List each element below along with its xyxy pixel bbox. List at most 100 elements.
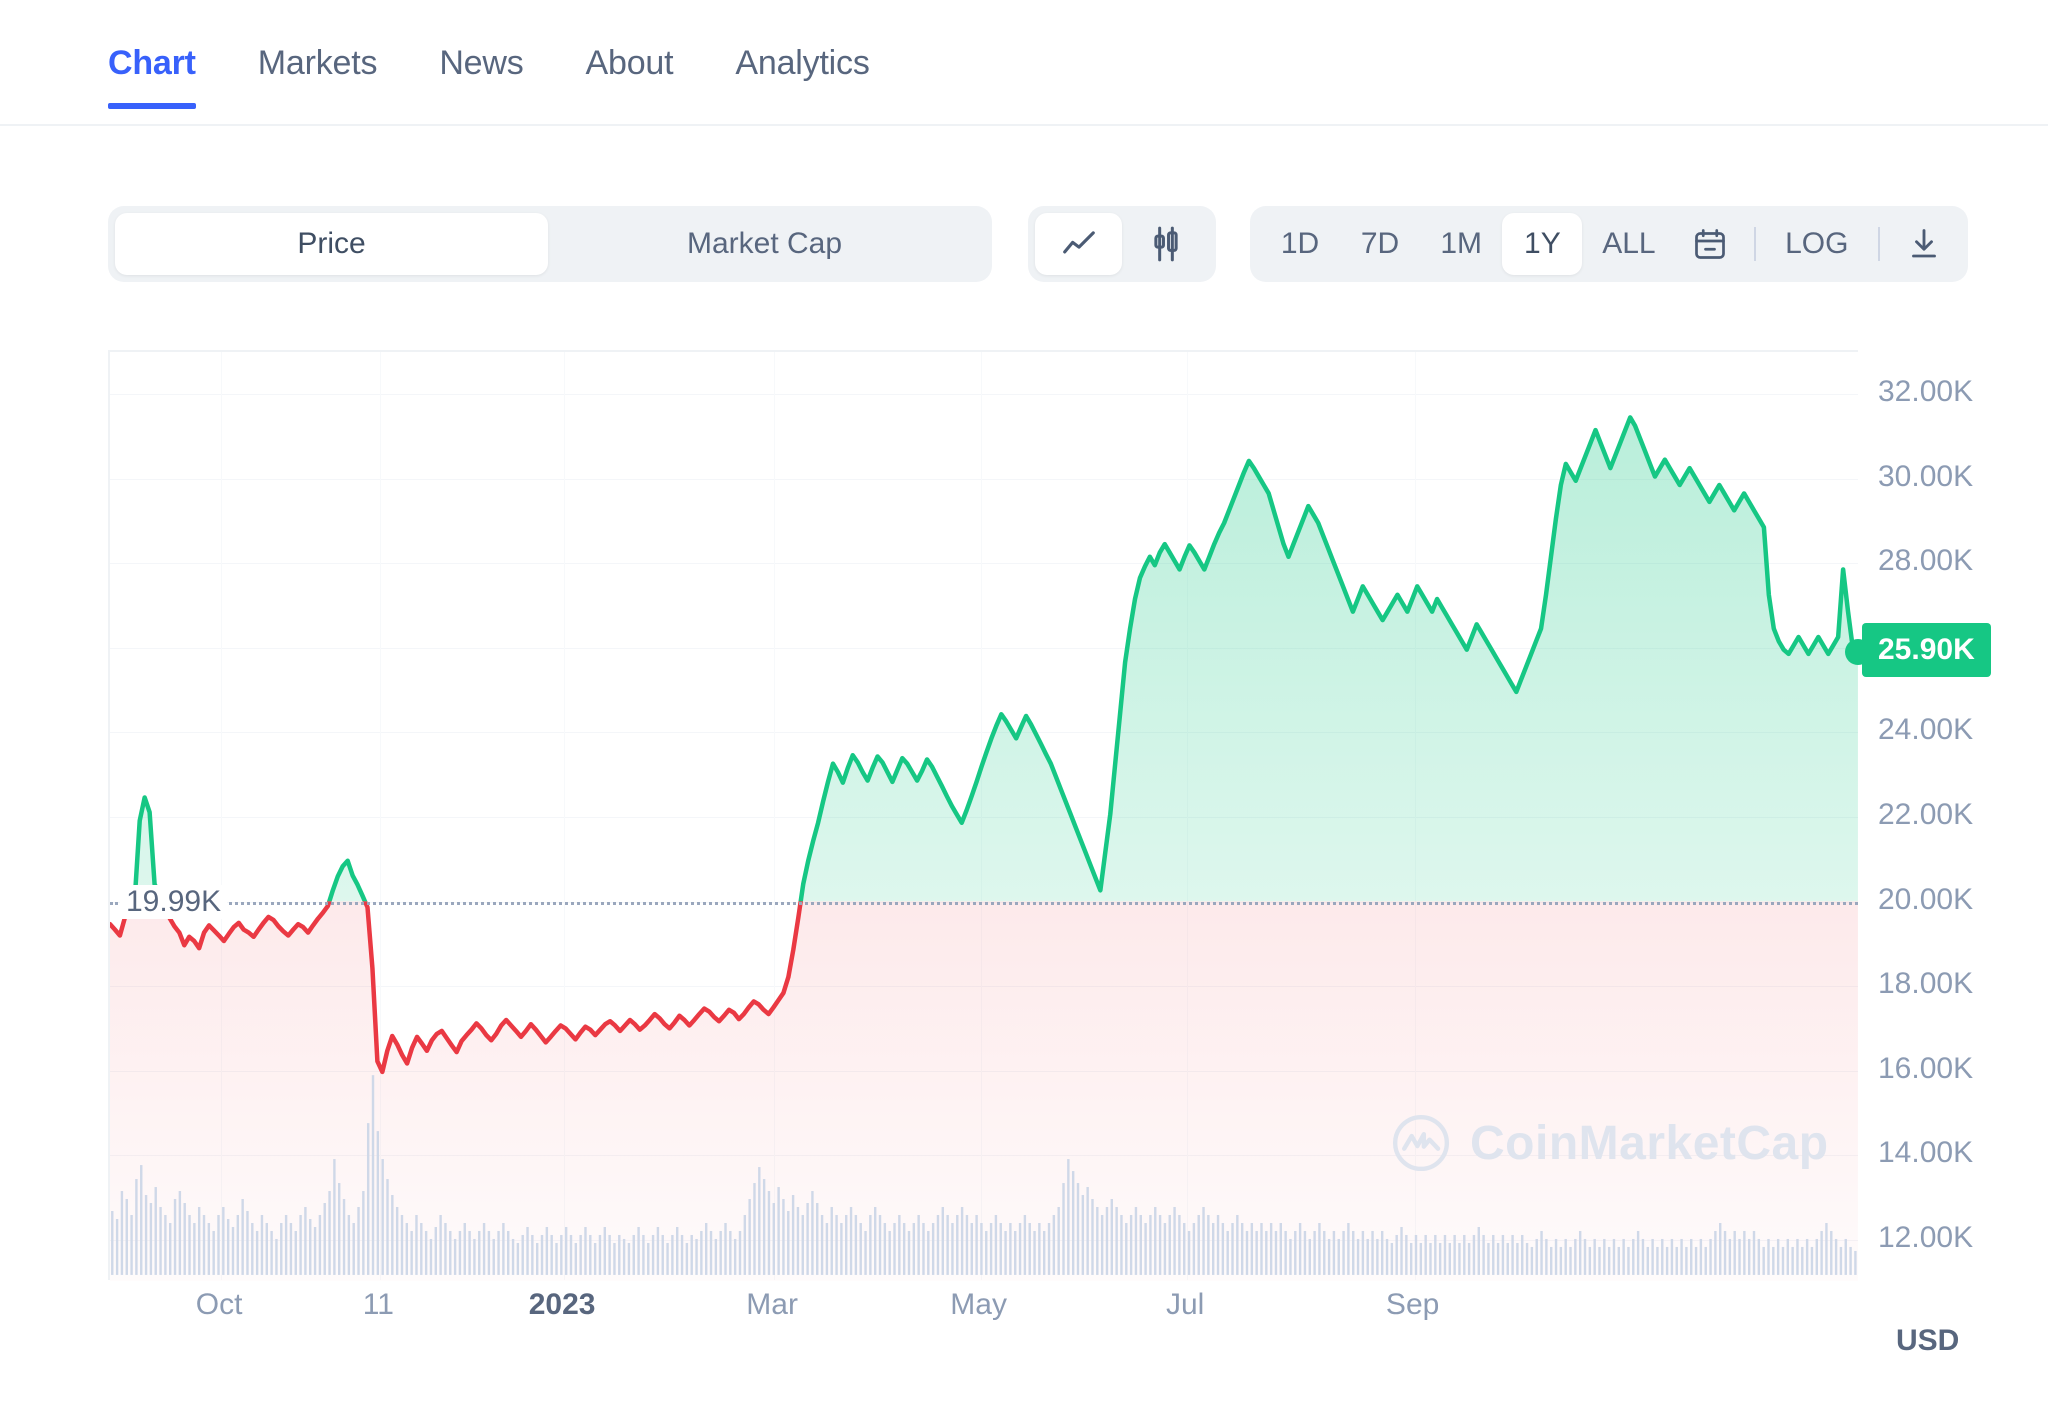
volume-bar xyxy=(729,1230,732,1275)
price-chart[interactable]: 19.99K CoinMarketCap xyxy=(108,350,1871,1281)
calendar-icon[interactable] xyxy=(1676,213,1744,275)
volume-bar xyxy=(1699,1238,1703,1275)
volume-bar xyxy=(1791,1246,1794,1275)
volume-bar xyxy=(255,1230,259,1275)
volume-bar xyxy=(275,1238,278,1275)
candlestick-chart-icon[interactable] xyxy=(1122,213,1209,275)
volume-bar xyxy=(907,1230,911,1275)
tab-markets[interactable]: Markets xyxy=(258,44,378,109)
volume-bar xyxy=(985,1230,988,1275)
volume-bar xyxy=(497,1230,500,1275)
volume-bar xyxy=(395,1207,399,1275)
range-7d-button[interactable]: 7D xyxy=(1340,213,1420,275)
volume-bar xyxy=(304,1207,307,1275)
volume-bar xyxy=(1665,1246,1669,1275)
volume-bar xyxy=(1535,1238,1538,1275)
volume-bar xyxy=(753,1183,756,1275)
volume-bar xyxy=(1675,1246,1678,1275)
volume-bar xyxy=(1690,1238,1693,1275)
range-1m-button[interactable]: 1M xyxy=(1420,213,1502,275)
volume-bar xyxy=(1559,1246,1563,1275)
volume-bar xyxy=(149,1203,153,1275)
volume-bar xyxy=(1757,1238,1761,1275)
volume-bar xyxy=(849,1207,853,1275)
volume-bar xyxy=(135,1179,138,1275)
metric-price-button[interactable]: Price xyxy=(115,213,548,275)
volume-bar xyxy=(1009,1222,1012,1275)
volume-bar xyxy=(661,1234,664,1275)
volume-bar xyxy=(1178,1214,1181,1275)
volume-bar xyxy=(511,1238,515,1275)
volume-bar xyxy=(410,1230,413,1275)
volume-bar xyxy=(569,1234,573,1275)
volume-bar xyxy=(840,1222,843,1275)
tab-analytics[interactable]: Analytics xyxy=(735,44,869,109)
tab-about[interactable]: About xyxy=(586,44,674,109)
volume-bar xyxy=(820,1214,824,1275)
volume-bar xyxy=(164,1214,167,1275)
volume-bar xyxy=(284,1214,288,1275)
volume-bar xyxy=(1400,1226,1403,1275)
volume-bar xyxy=(1183,1222,1186,1275)
volume-bar xyxy=(1289,1238,1292,1275)
volume-bar xyxy=(1096,1207,1099,1275)
volume-bar xyxy=(1719,1222,1722,1275)
volume-bar xyxy=(1100,1214,1104,1275)
volume-bar xyxy=(902,1222,906,1275)
volume-bar xyxy=(922,1222,925,1275)
x-axis-tick: Sep xyxy=(1385,1288,1440,1321)
volume-bar xyxy=(193,1222,196,1275)
volume-bar xyxy=(1747,1238,1751,1275)
x-axis-tick: Mar xyxy=(746,1288,798,1321)
volume-bar xyxy=(579,1234,582,1275)
volume-bar xyxy=(1236,1214,1239,1275)
volume-bar xyxy=(526,1226,529,1275)
range-1y-button[interactable]: 1Y xyxy=(1502,213,1583,275)
chart-type-group xyxy=(1028,206,1216,282)
volume-bar xyxy=(1477,1226,1480,1275)
volume-bar xyxy=(801,1214,804,1275)
volume-bar xyxy=(1472,1234,1476,1275)
volume-bar xyxy=(1443,1234,1447,1275)
volume-bar xyxy=(1062,1183,1065,1275)
volume-bar xyxy=(704,1222,708,1275)
volume-bar xyxy=(1467,1242,1471,1275)
tab-chart[interactable]: Chart xyxy=(108,44,196,109)
y-axis-tick: 32.00K xyxy=(1878,375,1974,409)
download-icon[interactable] xyxy=(1890,213,1958,275)
volume-bar xyxy=(980,1222,983,1275)
volume-bar xyxy=(1492,1234,1495,1275)
x-axis-tick: 2023 xyxy=(528,1288,596,1321)
volume-bars xyxy=(111,1075,1857,1275)
volume-bar xyxy=(1110,1199,1114,1275)
volume-bar xyxy=(405,1222,409,1275)
tab-news[interactable]: News xyxy=(439,44,523,109)
volume-bar xyxy=(299,1214,302,1275)
volume-bar xyxy=(251,1222,254,1275)
volume-bar xyxy=(473,1238,476,1275)
volume-bar xyxy=(1738,1238,1741,1275)
volume-bar xyxy=(1564,1238,1567,1275)
volume-bar xyxy=(1632,1238,1635,1275)
volume-bar xyxy=(1578,1230,1582,1275)
volume-bar xyxy=(1376,1238,1379,1275)
volume-bar xyxy=(453,1238,457,1275)
range-1d-button[interactable]: 1D xyxy=(1260,213,1340,275)
volume-bar xyxy=(516,1242,520,1275)
volume-bar xyxy=(1796,1238,1799,1275)
volume-bar xyxy=(381,1159,384,1275)
volume-bar xyxy=(1844,1238,1847,1275)
volume-bar xyxy=(738,1230,742,1275)
line-chart-icon[interactable] xyxy=(1035,213,1122,275)
volume-bar xyxy=(845,1214,848,1275)
volume-bar xyxy=(362,1191,365,1275)
metric-marketcap-button[interactable]: Market Cap xyxy=(548,213,981,275)
log-scale-button[interactable]: LOG xyxy=(1766,213,1868,275)
volume-bar xyxy=(1033,1230,1036,1275)
range-all-button[interactable]: ALL xyxy=(1582,213,1675,275)
volume-bar xyxy=(366,1123,370,1275)
volume-bar xyxy=(1298,1222,1302,1275)
volume-bar xyxy=(806,1203,809,1275)
volume-bar xyxy=(912,1222,916,1275)
toolbar-divider-1 xyxy=(1753,227,1756,261)
